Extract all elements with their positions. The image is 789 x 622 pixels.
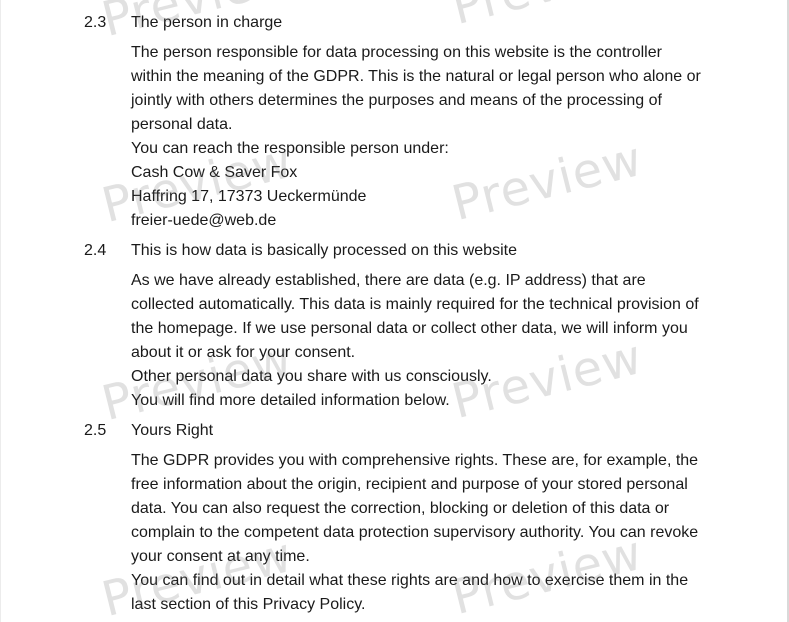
body-line: As we have already established, there ar…: [131, 272, 646, 289]
body-line: your consent at any time.: [131, 548, 310, 565]
company-name: Cash Cow & Saver Fox: [131, 164, 298, 181]
document-page: 2.3 The person in charge The person resp…: [0, 0, 789, 622]
body-line: personal data.: [131, 116, 233, 133]
body-line: The person responsible for data processi…: [131, 44, 662, 61]
body-line: free information about the origin, recip…: [131, 476, 688, 493]
body-line: data. You can also request the correctio…: [131, 500, 670, 517]
section-number: 2.4: [84, 242, 107, 259]
body-line: Other personal data you share with us co…: [131, 368, 492, 385]
body-line: last section of this Privacy Policy.: [131, 596, 366, 613]
body-line: within the meaning of the GDPR. This is …: [131, 68, 701, 85]
company-address: Haffring 17, 17373 Ueckermünde: [131, 188, 367, 205]
watermark: Preview: [446, 0, 648, 36]
section-body: The GDPR provides you with comprehensive…: [131, 449, 711, 617]
body-line: The GDPR provides you with comprehensive…: [131, 452, 699, 469]
company-email: freier-uede@web.de: [131, 212, 277, 229]
section-title: The person in charge: [131, 14, 283, 31]
body-line: complain to the competent data protectio…: [131, 524, 699, 541]
body-line: collected automatically. This data is ma…: [131, 296, 699, 313]
body-line: You will find more detailed information …: [131, 392, 450, 409]
body-line: You can reach the responsible person und…: [131, 140, 449, 157]
section-title: Yours Right: [131, 422, 214, 439]
body-line: the homepage. If we use personal data or…: [131, 320, 688, 337]
page-edge-left: [0, 0, 1, 622]
body-line: You can find out in detail what these ri…: [131, 572, 689, 589]
section-body: The person responsible for data processi…: [131, 41, 711, 233]
section-body: As we have already established, there ar…: [131, 269, 711, 413]
section-title: This is how data is basically processed …: [131, 242, 517, 259]
body-line: jointly with others determines the purpo…: [131, 92, 662, 109]
section-number: 2.3: [84, 14, 107, 31]
body-line: about it or ask for your consent.: [131, 344, 356, 361]
section-number: 2.5: [84, 422, 107, 439]
